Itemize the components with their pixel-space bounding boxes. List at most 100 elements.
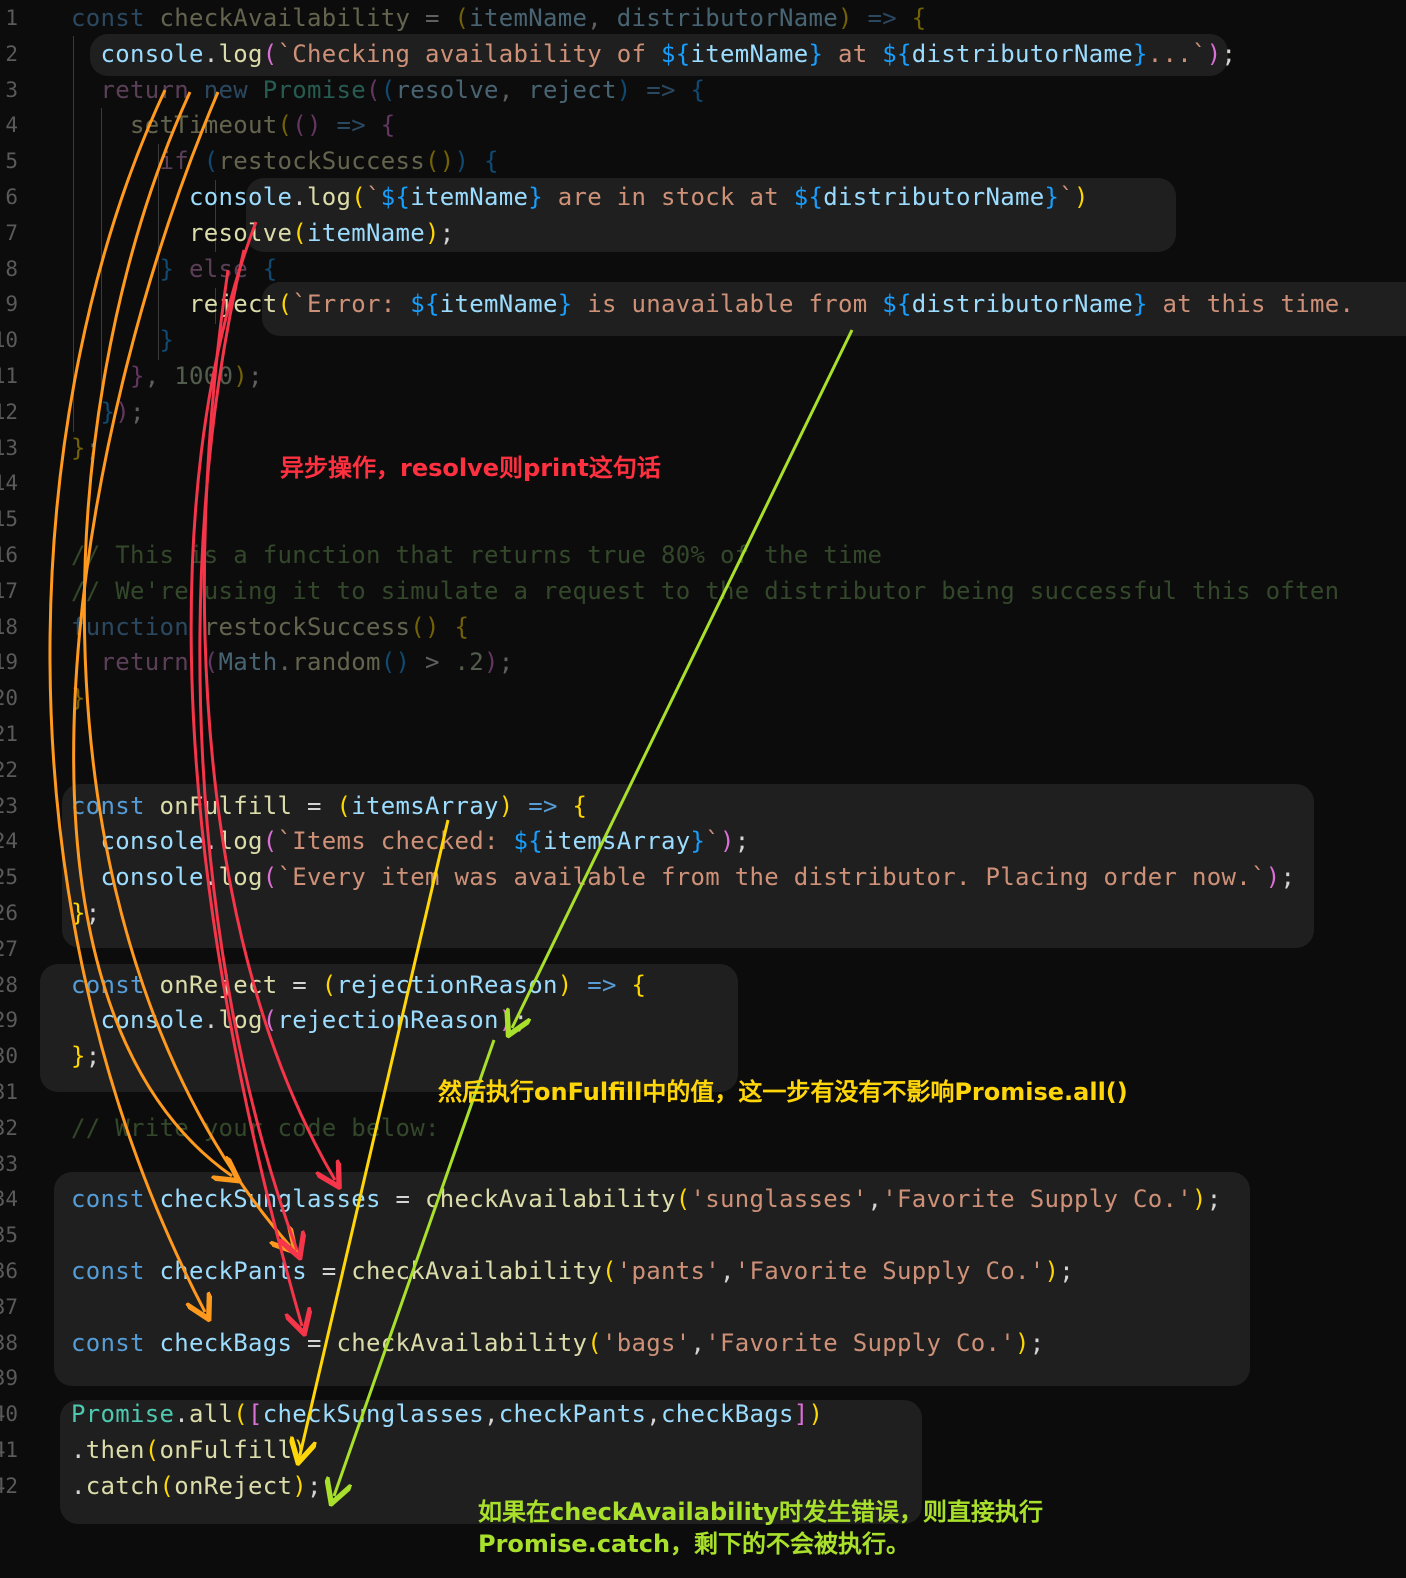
code-token: if bbox=[159, 147, 204, 176]
code-line[interactable]: setTimeout(() => { bbox=[71, 107, 396, 143]
code-token: ` bbox=[705, 827, 720, 856]
code-token: } bbox=[71, 899, 86, 927]
line-number: 10 bbox=[0, 328, 18, 353]
line-number: 37 bbox=[0, 1294, 18, 1319]
code-token: => bbox=[631, 75, 691, 104]
code-token: // We're using it to simulate a request … bbox=[71, 576, 1340, 605]
code-line[interactable]: }); bbox=[71, 394, 145, 430]
code-token: ) bbox=[808, 1400, 824, 1429]
code-token: distributorName bbox=[911, 290, 1133, 319]
code-line[interactable]: const checkPants = checkAvailability('pa… bbox=[71, 1253, 1074, 1289]
code-token: `Checking availability of bbox=[277, 39, 661, 68]
code-line[interactable]: } bbox=[71, 322, 174, 358]
code-line[interactable]: console.log(rejectionReason); bbox=[71, 1002, 528, 1038]
code-token: onReject bbox=[174, 1471, 293, 1500]
code-token: ; bbox=[513, 1006, 529, 1035]
code-line[interactable]: } else { bbox=[71, 251, 278, 287]
code-token: ) bbox=[1014, 1328, 1030, 1357]
code-token: ( bbox=[159, 1471, 175, 1500]
line-number: 3 bbox=[5, 77, 18, 102]
code-token: { bbox=[631, 970, 647, 999]
code-token: . bbox=[203, 863, 219, 892]
code-token: // This is a function that returns true … bbox=[71, 541, 883, 569]
code-token: ( bbox=[587, 1328, 602, 1357]
code-token: checkPants bbox=[159, 1257, 307, 1285]
code-token: distributorName bbox=[823, 183, 1045, 211]
code-token: checkAvailability bbox=[425, 1185, 676, 1214]
code-token: () bbox=[292, 111, 322, 140]
line-number: 12 bbox=[0, 399, 18, 424]
code-token: ) bbox=[1206, 39, 1222, 68]
code-line[interactable]: return new Promise((resolve, reject) => … bbox=[71, 72, 705, 108]
code-line[interactable]: }; bbox=[71, 1038, 101, 1074]
code-token: ; bbox=[1029, 1328, 1045, 1357]
code-line[interactable]: reject(`Error: ${itemName} is unavailabl… bbox=[71, 286, 1354, 322]
code-line[interactable]: }; bbox=[71, 895, 101, 931]
code-line[interactable]: const onFulfill = (itemsArray) => { bbox=[71, 788, 587, 824]
code-token: => bbox=[852, 4, 912, 32]
code-token: 'Favorite Supply Co.' bbox=[882, 1185, 1192, 1214]
code-token: ( bbox=[366, 75, 381, 104]
code-line[interactable]: console.log(`Every item was available fr… bbox=[71, 859, 1295, 895]
code-line[interactable]: // We're using it to simulate a request … bbox=[71, 573, 1339, 609]
line-number: 23 bbox=[0, 793, 18, 818]
code-token: ( bbox=[277, 111, 293, 140]
code-token: ( bbox=[321, 970, 337, 999]
code-line[interactable]: console.log(`${itemName} are in stock at… bbox=[71, 179, 1089, 215]
code-line[interactable]: // Write your code below: bbox=[71, 1110, 440, 1146]
code-token: .2 bbox=[454, 648, 484, 677]
code-line[interactable]: const checkBags = checkAvailability('bag… bbox=[71, 1325, 1044, 1361]
code-token: at this time. bbox=[1147, 290, 1355, 319]
code-token: ; bbox=[307, 1471, 322, 1500]
code-line[interactable]: const checkAvailability = (itemName, dis… bbox=[71, 0, 927, 36]
code-line[interactable]: if (restockSuccess()) { bbox=[71, 143, 499, 179]
code-token: checkAvailability bbox=[351, 1257, 602, 1285]
code-token: itemName bbox=[439, 290, 558, 319]
code-line[interactable]: }; bbox=[71, 430, 101, 466]
code-line[interactable]: const onReject = (rejectionReason) => { bbox=[71, 967, 646, 1003]
code-token: log bbox=[218, 39, 263, 68]
code-token: ) bbox=[115, 397, 130, 426]
code-token: distributorName bbox=[911, 39, 1133, 68]
code-token: } bbox=[159, 254, 175, 283]
code-line[interactable]: const checkSunglasses = checkAvailabilit… bbox=[71, 1181, 1221, 1217]
code-token: . bbox=[203, 1006, 219, 1035]
code-line[interactable]: }, 1000); bbox=[71, 358, 263, 394]
code-line[interactable]: console.log(`Checking availability of ${… bbox=[71, 36, 1236, 72]
code-token: is unavailable from bbox=[572, 290, 883, 319]
code-token: Promise bbox=[262, 75, 366, 104]
code-line[interactable]: return (Math.random() > .2); bbox=[71, 644, 514, 680]
line-number: 22 bbox=[0, 757, 18, 782]
code-line[interactable]: console.log(`Items checked: ${itemsArray… bbox=[71, 823, 750, 859]
code-line[interactable]: Promise.all([checkSunglasses,checkPants,… bbox=[71, 1396, 823, 1432]
code-line[interactable]: .catch(onReject); bbox=[71, 1468, 322, 1504]
code-line[interactable]: resolve(itemName); bbox=[71, 215, 455, 251]
code-token: , bbox=[484, 1400, 499, 1429]
code-token: at bbox=[823, 39, 883, 68]
code-token: checkAvailability bbox=[159, 4, 411, 32]
code-token: ) bbox=[484, 648, 499, 677]
code-token: . bbox=[292, 183, 307, 211]
code-line[interactable]: } bbox=[71, 680, 86, 716]
line-number: 17 bbox=[0, 578, 18, 603]
red-arrow bbox=[198, 249, 297, 1250]
code-token: const bbox=[71, 791, 160, 820]
code-token: ) bbox=[292, 1436, 307, 1464]
code-token: itemName bbox=[690, 39, 809, 68]
line-number: 24 bbox=[0, 829, 18, 854]
code-line[interactable]: // This is a function that returns true … bbox=[71, 537, 882, 573]
code-token: resolve bbox=[395, 75, 499, 104]
code-line[interactable]: .then(onFulfill) bbox=[71, 1432, 307, 1468]
code-line[interactable]: function restockSuccess() { bbox=[71, 609, 469, 645]
code-token: () bbox=[380, 648, 411, 677]
code-token: `Items checked: bbox=[277, 827, 514, 856]
code-token: ( bbox=[602, 1257, 617, 1285]
